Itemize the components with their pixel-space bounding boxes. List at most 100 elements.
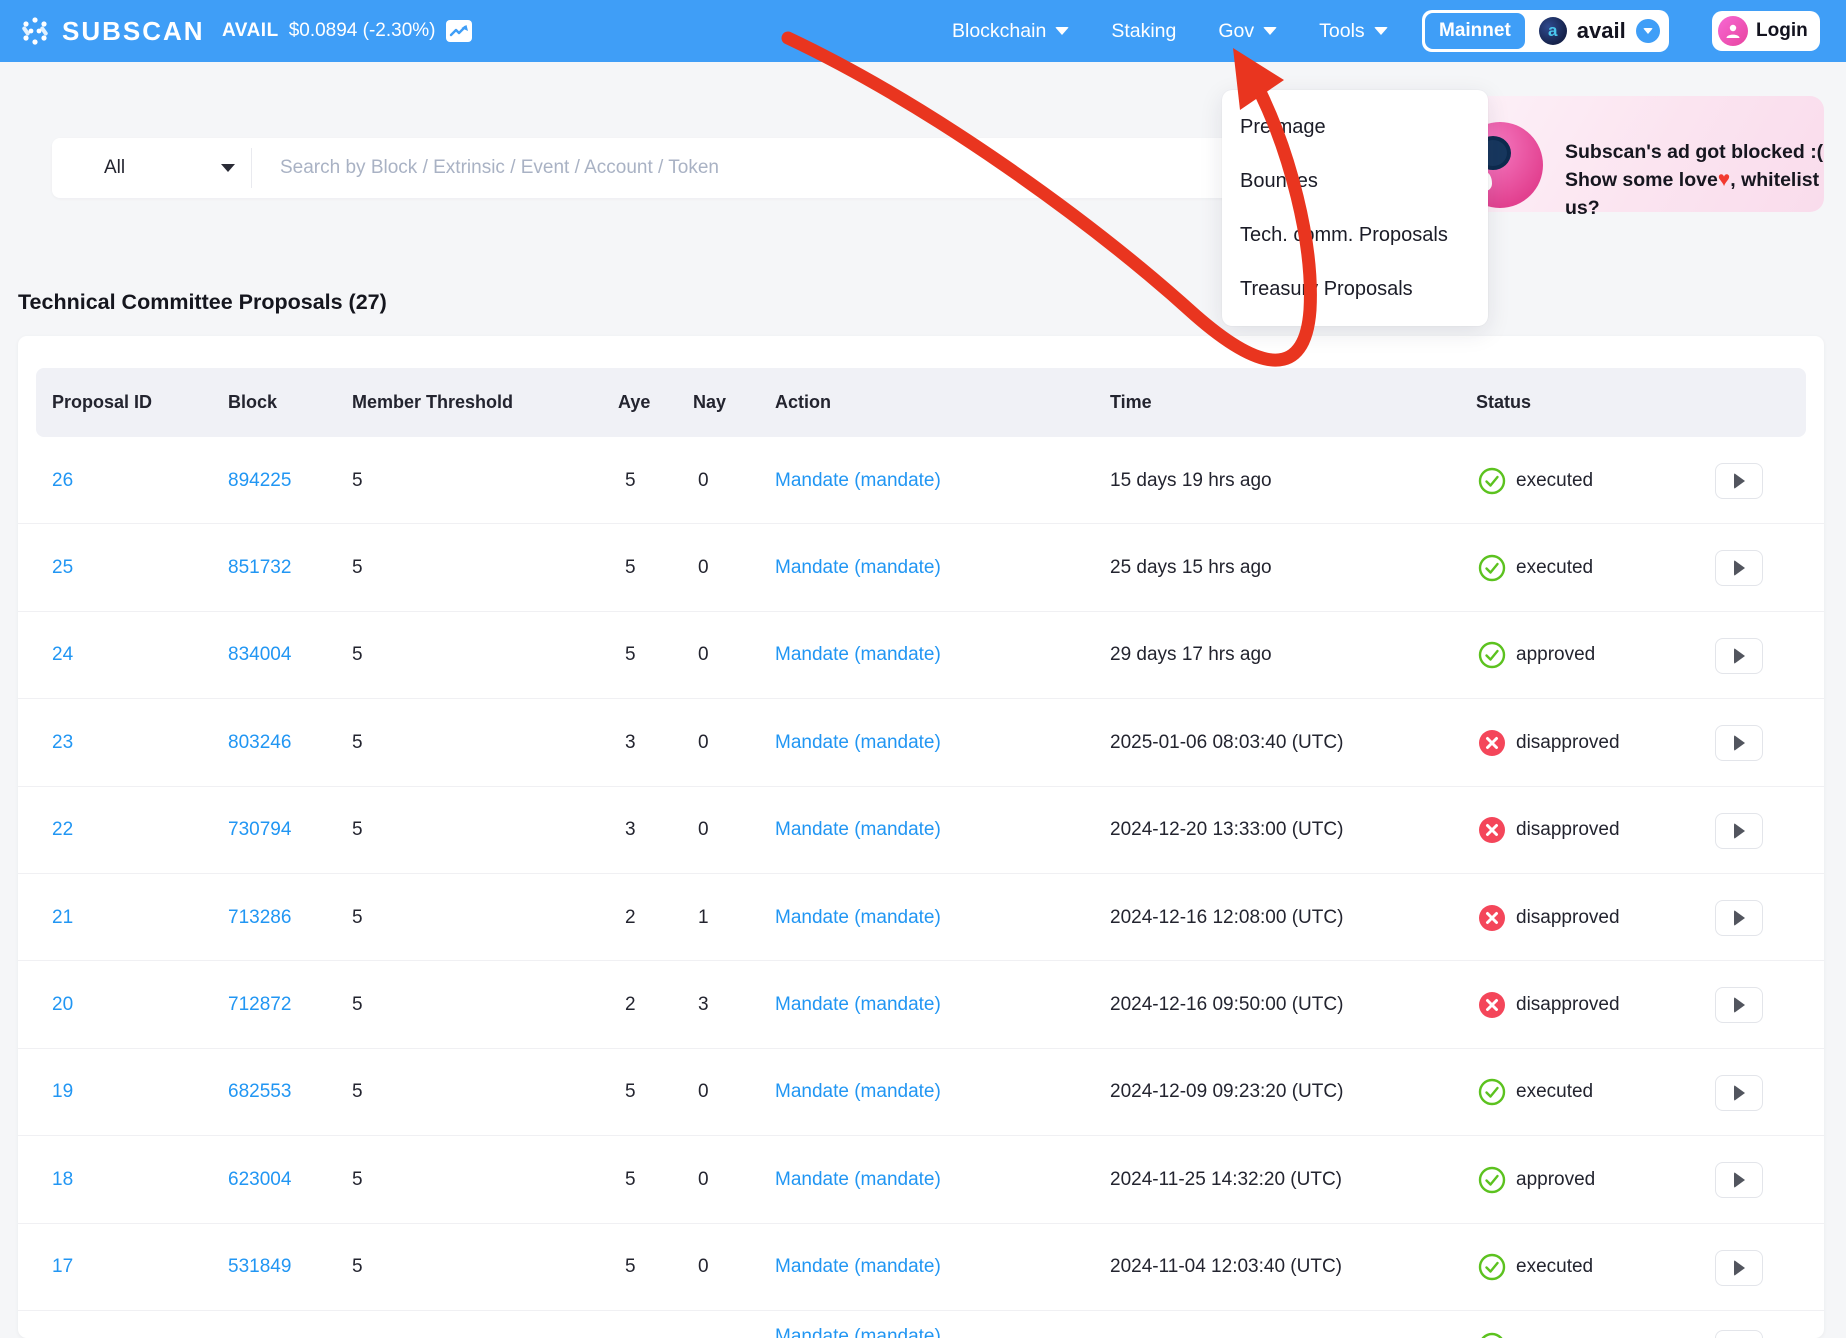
ad-banner-text: Subscan's ad got blocked :( Show some lo… [1565,138,1824,222]
gov-menu-item-3[interactable]: Treasury Proposals [1222,262,1488,316]
row-detail-button[interactable] [1715,1075,1763,1111]
block-link[interactable]: 851732 [228,524,291,611]
time-value: 15 days 19 hrs ago [1110,437,1272,524]
block-link[interactable]: 712872 [228,961,291,1048]
status-label: disapproved [1516,819,1620,841]
status-success-icon [1478,1166,1506,1194]
column-header: Nay [693,368,726,437]
table-row-partial-action-link[interactable]: Mandate (mandate) [775,1326,941,1338]
triangle-right-icon [1734,735,1745,751]
nay-value: 0 [698,787,709,874]
aye-value: 5 [625,524,636,611]
aye-value: 5 [625,1136,636,1223]
row-detail-button[interactable] [1715,1250,1763,1286]
block-link[interactable]: 531849 [228,1224,291,1311]
block-link[interactable]: 713286 [228,874,291,961]
login-button[interactable]: Login [1712,11,1820,51]
block-link[interactable]: 803246 [228,699,291,786]
block-link[interactable]: 682553 [228,1049,291,1136]
proposal-id-link[interactable]: 17 [52,1224,73,1311]
action-link[interactable]: Mandate (mandate) [775,699,941,786]
block-link[interactable]: 834004 [228,612,291,699]
gov-menu-item-0[interactable]: Preimage [1222,100,1488,154]
action-link[interactable]: Mandate (mandate) [775,961,941,1048]
search-filter-select[interactable]: All [52,138,251,198]
column-header: Member Threshold [352,368,513,437]
action-link[interactable]: Mandate (mandate) [775,1049,941,1136]
action-link[interactable]: Mandate (mandate) [775,437,941,524]
row-detail-button[interactable] [1715,638,1763,674]
page-title: Technical Committee Proposals (27) [18,290,387,315]
action-link[interactable]: Mandate (mandate) [775,1224,941,1311]
subscan-logo[interactable]: SUBSCAN [18,0,205,62]
row-detail-button[interactable] [1715,813,1763,849]
proposal-id-link[interactable]: 25 [52,524,73,611]
status-cell: approved [1478,1136,1595,1223]
caret-down-icon [1374,27,1388,35]
block-link[interactable]: 894225 [228,437,291,524]
row-detail-button[interactable] [1715,725,1763,761]
column-header: Aye [618,368,650,437]
gov-dropdown-menu: PreimageBountiesTech. comm. ProposalsTre… [1222,90,1488,326]
row-detail-button[interactable] [1715,900,1763,936]
action-link[interactable]: Mandate (mandate) [775,1136,941,1223]
proposal-id-link[interactable]: 20 [52,961,73,1048]
proposal-id-link[interactable]: 22 [52,787,73,874]
price-chart-icon[interactable] [446,20,472,42]
triangle-right-icon [1734,1172,1745,1188]
nay-value: 0 [698,1136,709,1223]
column-header: Time [1110,368,1152,437]
action-link[interactable]: Mandate (mandate) [775,874,941,961]
heart-icon: ♥ [1718,168,1730,191]
status-cell: disapproved [1478,699,1620,786]
nav-item-tools[interactable]: Tools [1319,20,1388,43]
gov-menu-item-2[interactable]: Tech. comm. Proposals [1222,208,1488,262]
ad-banner-line2: Show some love♥, whitelist us? [1565,166,1824,222]
nav-item-gov[interactable]: Gov [1218,20,1277,43]
status-label: disapproved [1516,732,1620,754]
nay-value: 0 [698,524,709,611]
action-link[interactable]: Mandate (mandate) [775,787,941,874]
top-navigation-bar: SUBSCAN AVAIL $0.0894 (-2.30%) Blockchai… [0,0,1846,62]
proposal-id-link[interactable]: 23 [52,699,73,786]
status-success-icon [1478,1078,1506,1106]
network-switcher: Mainnet a avail [1422,10,1669,52]
row-detail-button[interactable] [1715,463,1763,499]
time-value: 2024-11-25 14:32:20 (UTC) [1110,1136,1342,1223]
row-detail-button[interactable] [1715,550,1763,586]
time-value: 2025-01-06 08:03:40 (UTC) [1110,699,1343,786]
aye-value: 3 [625,787,636,874]
proposal-id-link[interactable]: 18 [52,1136,73,1223]
member-threshold-value: 5 [352,961,363,1048]
mainnet-button[interactable]: Mainnet [1425,13,1525,49]
nav-item-blockchain[interactable]: Blockchain [952,20,1069,43]
nav-item-staking[interactable]: Staking [1111,20,1176,43]
table-row-partial-status-icon [1478,1332,1506,1338]
gov-menu-item-1[interactable]: Bounties [1222,154,1488,208]
row-detail-button[interactable] [1715,987,1763,1023]
status-label: approved [1516,644,1595,666]
nay-value: 3 [698,961,709,1048]
status-cell: executed [1478,524,1593,611]
action-link[interactable]: Mandate (mandate) [775,612,941,699]
proposal-id-link[interactable]: 21 [52,874,73,961]
table-row: 22730794530Mandate (mandate)2024-12-20 1… [18,787,1824,874]
token-price-group: AVAIL $0.0894 (-2.30%) [222,0,472,62]
time-value: 25 days 15 hrs ago [1110,524,1272,611]
network-chevron-down-icon[interactable] [1636,19,1660,43]
nay-value: 0 [698,437,709,524]
time-value: 2024-12-20 13:33:00 (UTC) [1110,787,1343,874]
proposal-id-link[interactable]: 26 [52,437,73,524]
status-danger-icon [1478,816,1506,844]
table-row-partial-detail-button[interactable] [1715,1330,1763,1338]
proposal-id-link[interactable]: 24 [52,612,73,699]
block-link[interactable]: 623004 [228,1136,291,1223]
action-link[interactable]: Mandate (mandate) [775,524,941,611]
proposal-id-link[interactable]: 19 [52,1049,73,1136]
status-cell: disapproved [1478,874,1620,961]
ad-banner-line1: Subscan's ad got blocked :( [1565,138,1824,166]
table-row: 24834004550Mandate (mandate)29 days 17 h… [18,612,1824,699]
block-link[interactable]: 730794 [228,787,291,874]
status-cell: executed [1478,1049,1593,1136]
row-detail-button[interactable] [1715,1162,1763,1198]
